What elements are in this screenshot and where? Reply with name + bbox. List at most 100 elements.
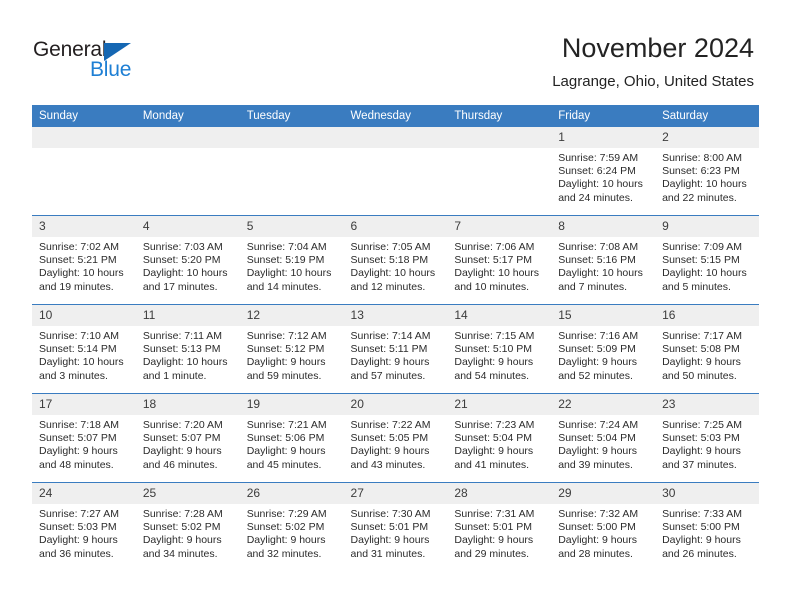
calendar-day-cell[interactable]: 12 Sunrise: 7:12 AM Sunset: 5:12 PM Dayligh…	[239, 304, 344, 394]
sunset-time: Sunset: 5:01 PM	[350, 521, 429, 534]
day-details: Sunrise: 7:29 AM Sunset: 5:02 PM Daylight:…	[240, 504, 344, 561]
sunrise-time: Sunrise: 7:03 AM	[142, 241, 223, 253]
daylight-duration-line2: and 5 minutes.	[662, 280, 731, 293]
daylight-duration-line2: and 39 minutes.	[558, 458, 633, 471]
calendar-day-cell[interactable]: 1 Sunrise: 7:59 AM Sunset: 6:24 PM Daylight…	[551, 127, 656, 216]
day-details: Sunrise: 7:17 AM Sunset: 5:08 PM Daylight:…	[655, 326, 759, 383]
daylight-duration-line2: and 36 minutes.	[39, 547, 114, 560]
sunrise-time: Sunrise: 7:25 AM	[662, 419, 743, 431]
daylight-duration-line2: and 34 minutes.	[142, 547, 218, 560]
calendar-week-row: 24 Sunrise: 7:27 AM Sunset: 5:03 PM Dayligh…	[32, 482, 759, 571]
logo-text-blue: Blue	[90, 58, 132, 81]
calendar-day-cell[interactable]: 10 Sunrise: 7:10 AM Sunset: 5:14 PM Dayligh…	[32, 304, 136, 394]
sunset-time: Sunset: 5:00 PM	[558, 521, 636, 534]
calendar-day-cell[interactable]: 17 Sunrise: 7:18 AM Sunset: 5:07 PM Dayligh…	[32, 393, 136, 483]
calendar-day-cell[interactable]: 7 Sunrise: 7:06 AM Sunset: 5:17 PM Daylight…	[447, 215, 552, 305]
calendar-day-cell[interactable]: 25 Sunrise: 7:28 AM Sunset: 5:02 PM Dayligh…	[135, 482, 240, 571]
calendar-day-cell[interactable]: 21 Sunrise: 7:23 AM Sunset: 5:04 PM Dayligh…	[447, 393, 552, 483]
sunset-time: Sunset: 5:10 PM	[454, 343, 533, 356]
sunset-time: Sunset: 5:08 PM	[662, 343, 740, 356]
daylight-duration-line2: and 31 minutes.	[350, 547, 426, 560]
calendar-day-cell[interactable]: 29 Sunrise: 7:32 AM Sunset: 5:00 PM Dayligh…	[551, 482, 656, 571]
day-number: 2	[655, 127, 759, 148]
daylight-duration-line2: and 22 minutes.	[662, 191, 737, 204]
day-number: 16	[655, 305, 759, 326]
day-details: Sunrise: 7:11 AM Sunset: 5:13 PM Daylight:…	[136, 326, 240, 383]
calendar-day-cell[interactable]: 28 Sunrise: 7:31 AM Sunset: 5:01 PM Dayligh…	[447, 482, 552, 571]
day-details: Sunrise: 7:20 AM Sunset: 5:07 PM Daylight:…	[136, 415, 240, 472]
calendar-day-cell[interactable]: 6 Sunrise: 7:05 AM Sunset: 5:18 PM Daylight…	[343, 215, 448, 305]
calendar-day-cell[interactable]: 14 Sunrise: 7:15 AM Sunset: 5:10 PM Dayligh…	[447, 304, 552, 394]
calendar-day-cell[interactable]: 27 Sunrise: 7:30 AM Sunset: 5:01 PM Dayligh…	[343, 482, 448, 571]
sunrise-time: Sunrise: 7:31 AM	[454, 508, 535, 520]
day-number: 13	[343, 305, 448, 326]
daylight-duration-line2: and 1 minute.	[142, 369, 207, 382]
calendar-week-row: 3 Sunrise: 7:02 AM Sunset: 5:21 PM Daylight…	[32, 215, 759, 305]
calendar-day-cell[interactable]: 15 Sunrise: 7:16 AM Sunset: 5:09 PM Dayligh…	[551, 304, 656, 394]
sunrise-time: Sunrise: 7:16 AM	[558, 330, 639, 342]
calendar-day-cell[interactable]: 4 Sunrise: 7:03 AM Sunset: 5:20 PM Daylight…	[135, 215, 240, 305]
day-number: 9	[655, 216, 759, 237]
day-details: Sunrise: 8:00 AM Sunset: 6:23 PM Daylight:…	[655, 148, 759, 205]
calendar-day-cell[interactable]: 9 Sunrise: 7:09 AM Sunset: 5:15 PM Daylight…	[655, 215, 759, 305]
day-number: 6	[343, 216, 448, 237]
calendar-day-cell[interactable]: 2 Sunrise: 8:00 AM Sunset: 6:23 PM Daylight…	[655, 127, 759, 216]
daylight-duration-line2: and 45 minutes.	[246, 458, 322, 471]
daylight-duration-line1: Daylight: 10 hours	[350, 267, 436, 280]
general-blue-logo[interactable]: General Blue	[33, 38, 163, 84]
calendar-day-cell[interactable]: 24 Sunrise: 7:27 AM Sunset: 5:03 PM Dayligh…	[32, 482, 136, 571]
calendar-body: 1 Sunrise: 7:59 AM Sunset: 6:24 PM Daylight…	[32, 127, 759, 571]
calendar-day-cell[interactable]: 5 Sunrise: 7:04 AM Sunset: 5:19 PM Daylight…	[239, 215, 344, 305]
calendar-day-cell[interactable]: 23 Sunrise: 7:25 AM Sunset: 5:03 PM Dayligh…	[655, 393, 759, 483]
calendar-day-cell[interactable]: 18 Sunrise: 7:20 AM Sunset: 5:07 PM Dayligh…	[135, 393, 240, 483]
day-number: 1	[551, 127, 656, 148]
calendar-day-cell[interactable]: 30 Sunrise: 7:33 AM Sunset: 5:00 PM Dayligh…	[655, 482, 759, 571]
calendar-day-cell[interactable]: 8 Sunrise: 7:08 AM Sunset: 5:16 PM Daylight…	[551, 215, 656, 305]
day-details: Sunrise: 7:25 AM Sunset: 5:03 PM Daylight:…	[655, 415, 759, 472]
day-number: 22	[551, 394, 656, 415]
daylight-duration-line1: Daylight: 9 hours	[246, 534, 326, 547]
calendar-day-cell[interactable]: 20 Sunrise: 7:22 AM Sunset: 5:05 PM Dayligh…	[343, 393, 448, 483]
daylight-duration-line2: and 46 minutes.	[142, 458, 218, 471]
title-block: November 2024 Lagrange, Ohio, United Sta…	[552, 32, 754, 91]
day-details	[32, 148, 136, 152]
calendar-cell-empty	[135, 127, 240, 216]
sunset-time: Sunset: 5:07 PM	[39, 432, 117, 445]
calendar-day-cell[interactable]: 11 Sunrise: 7:11 AM Sunset: 5:13 PM Dayligh…	[135, 304, 240, 394]
calendar-day-cell[interactable]: 19 Sunrise: 7:21 AM Sunset: 5:06 PM Dayligh…	[239, 393, 344, 483]
day-details: Sunrise: 7:04 AM Sunset: 5:19 PM Daylight:…	[240, 237, 344, 294]
daylight-duration-line2: and 10 minutes.	[454, 280, 530, 293]
sunset-time: Sunset: 5:16 PM	[558, 254, 636, 267]
daylight-duration-line1: Daylight: 9 hours	[39, 445, 118, 458]
daylight-duration-line1: Daylight: 9 hours	[558, 445, 638, 458]
day-number: 30	[655, 483, 759, 504]
calendar-day-cell[interactable]: 26 Sunrise: 7:29 AM Sunset: 5:02 PM Dayligh…	[239, 482, 344, 571]
weekday-header-sunday: Sunday	[32, 105, 136, 127]
day-number: 12	[239, 305, 344, 326]
sunrise-time: Sunrise: 7:05 AM	[350, 241, 431, 253]
daylight-duration-line2: and 37 minutes.	[662, 458, 737, 471]
daylight-duration-line1: Daylight: 10 hours	[39, 356, 124, 369]
calendar-day-cell[interactable]: 13 Sunrise: 7:14 AM Sunset: 5:11 PM Dayligh…	[343, 304, 448, 394]
sunrise-time: Sunrise: 7:29 AM	[246, 508, 327, 520]
day-details	[240, 148, 344, 152]
day-details: Sunrise: 7:02 AM Sunset: 5:21 PM Daylight:…	[32, 237, 136, 294]
daylight-duration-line1: Daylight: 10 hours	[142, 267, 228, 280]
sunrise-time: Sunrise: 7:33 AM	[662, 508, 743, 520]
calendar-day-cell[interactable]: 16 Sunrise: 7:17 AM Sunset: 5:08 PM Dayligh…	[655, 304, 759, 394]
calendar-day-cell[interactable]: 3 Sunrise: 7:02 AM Sunset: 5:21 PM Daylight…	[32, 215, 136, 305]
daylight-duration-line1: Daylight: 10 hours	[558, 178, 643, 191]
daylight-duration-line1: Daylight: 10 hours	[662, 267, 747, 280]
calendar-day-cell[interactable]: 22 Sunrise: 7:24 AM Sunset: 5:04 PM Dayligh…	[551, 393, 656, 483]
day-number: 18	[135, 394, 240, 415]
day-number: 5	[239, 216, 344, 237]
sunset-time: Sunset: 5:13 PM	[142, 343, 221, 356]
sunset-time: Sunset: 5:06 PM	[246, 432, 325, 445]
daylight-duration-line1: Daylight: 9 hours	[454, 356, 534, 369]
day-details: Sunrise: 7:33 AM Sunset: 5:00 PM Daylight:…	[655, 504, 759, 561]
calendar-week-row: 17 Sunrise: 7:18 AM Sunset: 5:07 PM Dayligh…	[32, 393, 759, 483]
weekday-header-monday: Monday	[135, 105, 240, 127]
daylight-duration-line1: Daylight: 10 hours	[142, 356, 228, 369]
day-details: Sunrise: 7:23 AM Sunset: 5:04 PM Daylight:…	[447, 415, 551, 472]
daylight-duration-line2: and 29 minutes.	[454, 547, 530, 560]
